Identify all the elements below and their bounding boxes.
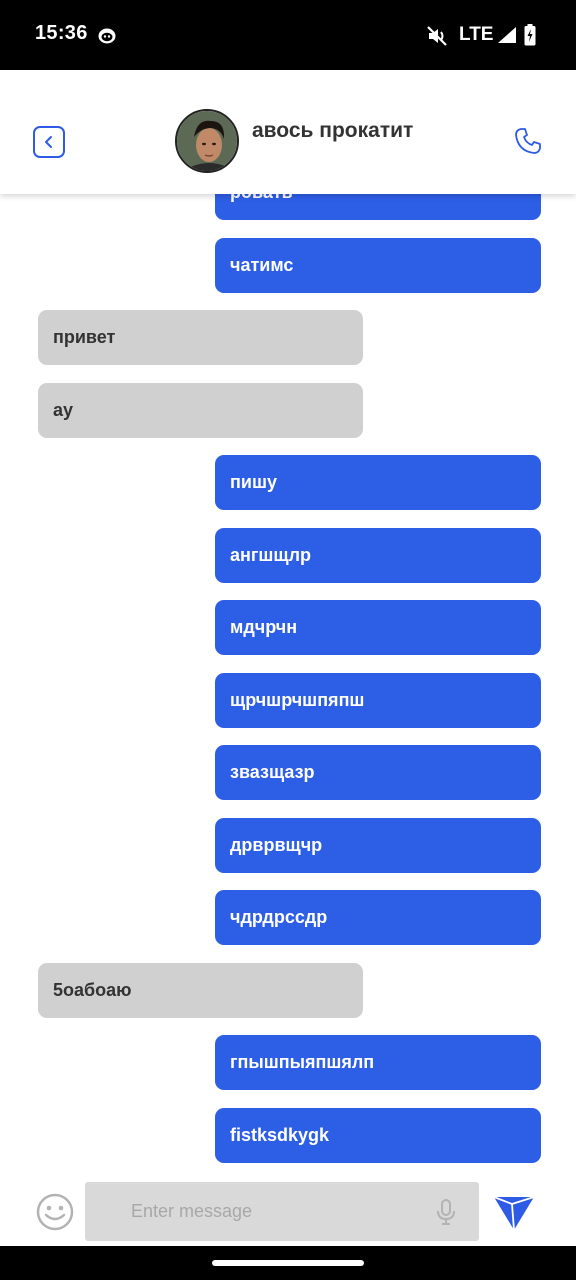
send-icon[interactable]: [493, 1194, 535, 1232]
message-outgoing[interactable]: fistksdkygk: [215, 1108, 541, 1163]
message-outgoing[interactable]: пишу: [215, 455, 541, 510]
message-text: ангшщлр: [230, 545, 311, 565]
message-input[interactable]: [85, 1182, 479, 1241]
message-text: мдчрчн: [230, 617, 298, 637]
app-notification-icon: [98, 28, 116, 44]
network-type: LTE: [459, 24, 494, 45]
message-outgoing[interactable]: звазщазр: [215, 745, 541, 800]
message-outgoing[interactable]: гпышпыяпшялп: [215, 1035, 541, 1090]
message-list[interactable]: ровать чатимс привет ау пишу ангшщлр мдч…: [0, 194, 576, 1174]
message-text: привет: [53, 327, 116, 347]
message-text: дрврвщчр: [230, 835, 323, 855]
contact-avatar[interactable]: [175, 109, 239, 173]
message-composer: [0, 1174, 576, 1246]
phone-icon[interactable]: [513, 126, 543, 156]
message-outgoing[interactable]: ровать: [215, 194, 541, 220]
message-outgoing[interactable]: мдчрчн: [215, 600, 541, 655]
message-text: чдрдрссдр: [230, 907, 328, 927]
chat-screen: авось прокатит ровать чатимс привет ау п…: [0, 70, 576, 1246]
emoji-icon[interactable]: [36, 1193, 74, 1231]
message-text: звазщазр: [230, 762, 315, 782]
message-outgoing[interactable]: щрчшрчшпяпш: [215, 673, 541, 728]
avatar-photo: [177, 111, 237, 171]
microphone-icon[interactable]: [435, 1198, 457, 1226]
message-incoming[interactable]: привет: [38, 310, 363, 365]
chevron-left-icon: [45, 136, 52, 148]
home-indicator[interactable]: [212, 1260, 364, 1266]
message-outgoing[interactable]: чдрдрссдр: [215, 890, 541, 945]
message-outgoing[interactable]: чатимс: [215, 238, 541, 293]
message-outgoing[interactable]: ангшщлр: [215, 528, 541, 583]
message-text: 5оабоаю: [53, 980, 132, 1000]
message-text: чатимс: [230, 255, 294, 275]
status-bar: 15:36 LTE: [0, 0, 576, 70]
message-text: fistksdkygk: [230, 1125, 330, 1145]
message-outgoing[interactable]: дрврвщчр: [215, 818, 541, 873]
message-text: пишу: [230, 472, 277, 492]
navigation-bar: [0, 1246, 576, 1280]
contact-name[interactable]: авось прокатит: [252, 119, 413, 143]
mute-icon: [427, 26, 447, 46]
message-incoming[interactable]: 5оабоаю: [38, 963, 363, 1018]
status-time: 15:36: [35, 22, 88, 44]
message-text: ровать: [230, 194, 293, 203]
chat-header: авось прокатит: [0, 70, 576, 194]
battery-icon: [524, 24, 536, 46]
back-button[interactable]: [33, 126, 65, 158]
message-incoming[interactable]: ау: [38, 383, 363, 438]
message-text: щрчшрчшпяпш: [230, 690, 365, 710]
message-text: гпышпыяпшялп: [230, 1052, 375, 1072]
signal-icon: [498, 27, 516, 43]
message-text: ау: [53, 400, 74, 420]
